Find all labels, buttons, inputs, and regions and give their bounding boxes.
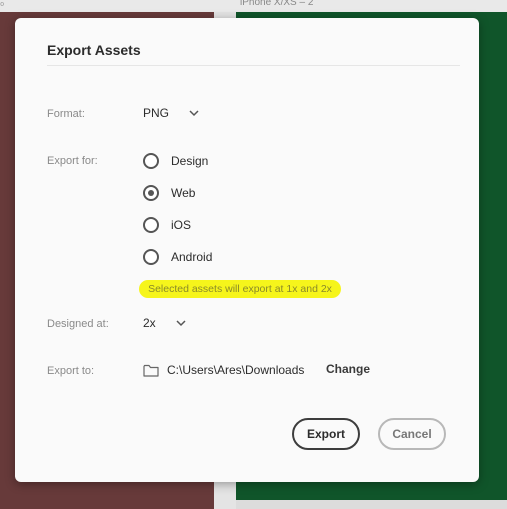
export-scale-hint: Selected assets will export at 1x and 2x (139, 280, 341, 298)
radio-option-design[interactable]: Design (143, 152, 208, 170)
title-divider (47, 65, 460, 66)
radio-button[interactable] (143, 217, 159, 233)
export-path: C:\Users\Ares\Downloads (167, 363, 305, 377)
export-to-label: Export to: (47, 365, 95, 377)
folder-icon (143, 364, 159, 377)
export-for-label: Export for: (47, 155, 98, 167)
artboard-label[interactable]: iPhone X/XS – 2 (240, 0, 313, 8)
chevron-down-icon[interactable] (189, 109, 199, 117)
designed-at-dropdown[interactable]: 2x (143, 316, 156, 330)
canvas-corner-mark: ₀ (0, 0, 5, 8)
export-assets-dialog: Export Assets Format: PNG Export for: De… (15, 18, 479, 482)
radio-button[interactable] (143, 249, 159, 265)
radio-button-selected[interactable] (143, 185, 159, 201)
chevron-down-icon[interactable] (176, 319, 186, 327)
format-dropdown[interactable]: PNG (143, 106, 169, 120)
format-label: Format: (47, 108, 85, 120)
radio-label: Web (171, 186, 196, 200)
canvas-bottom-strip (236, 500, 507, 509)
radio-label: Android (171, 250, 213, 264)
radio-option-ios[interactable]: iOS (143, 216, 191, 234)
designed-at-label: Designed at: (47, 318, 109, 330)
radio-button[interactable] (143, 153, 159, 169)
change-location-link[interactable]: Change (326, 362, 370, 376)
dialog-title: Export Assets (47, 42, 141, 58)
radio-label: iOS (171, 218, 192, 232)
radio-label: Design (171, 154, 209, 168)
export-button[interactable]: Export (292, 418, 360, 450)
radio-option-android[interactable]: Android (143, 248, 212, 266)
radio-option-web[interactable]: Web (143, 184, 195, 202)
cancel-button[interactable]: Cancel (378, 418, 446, 450)
